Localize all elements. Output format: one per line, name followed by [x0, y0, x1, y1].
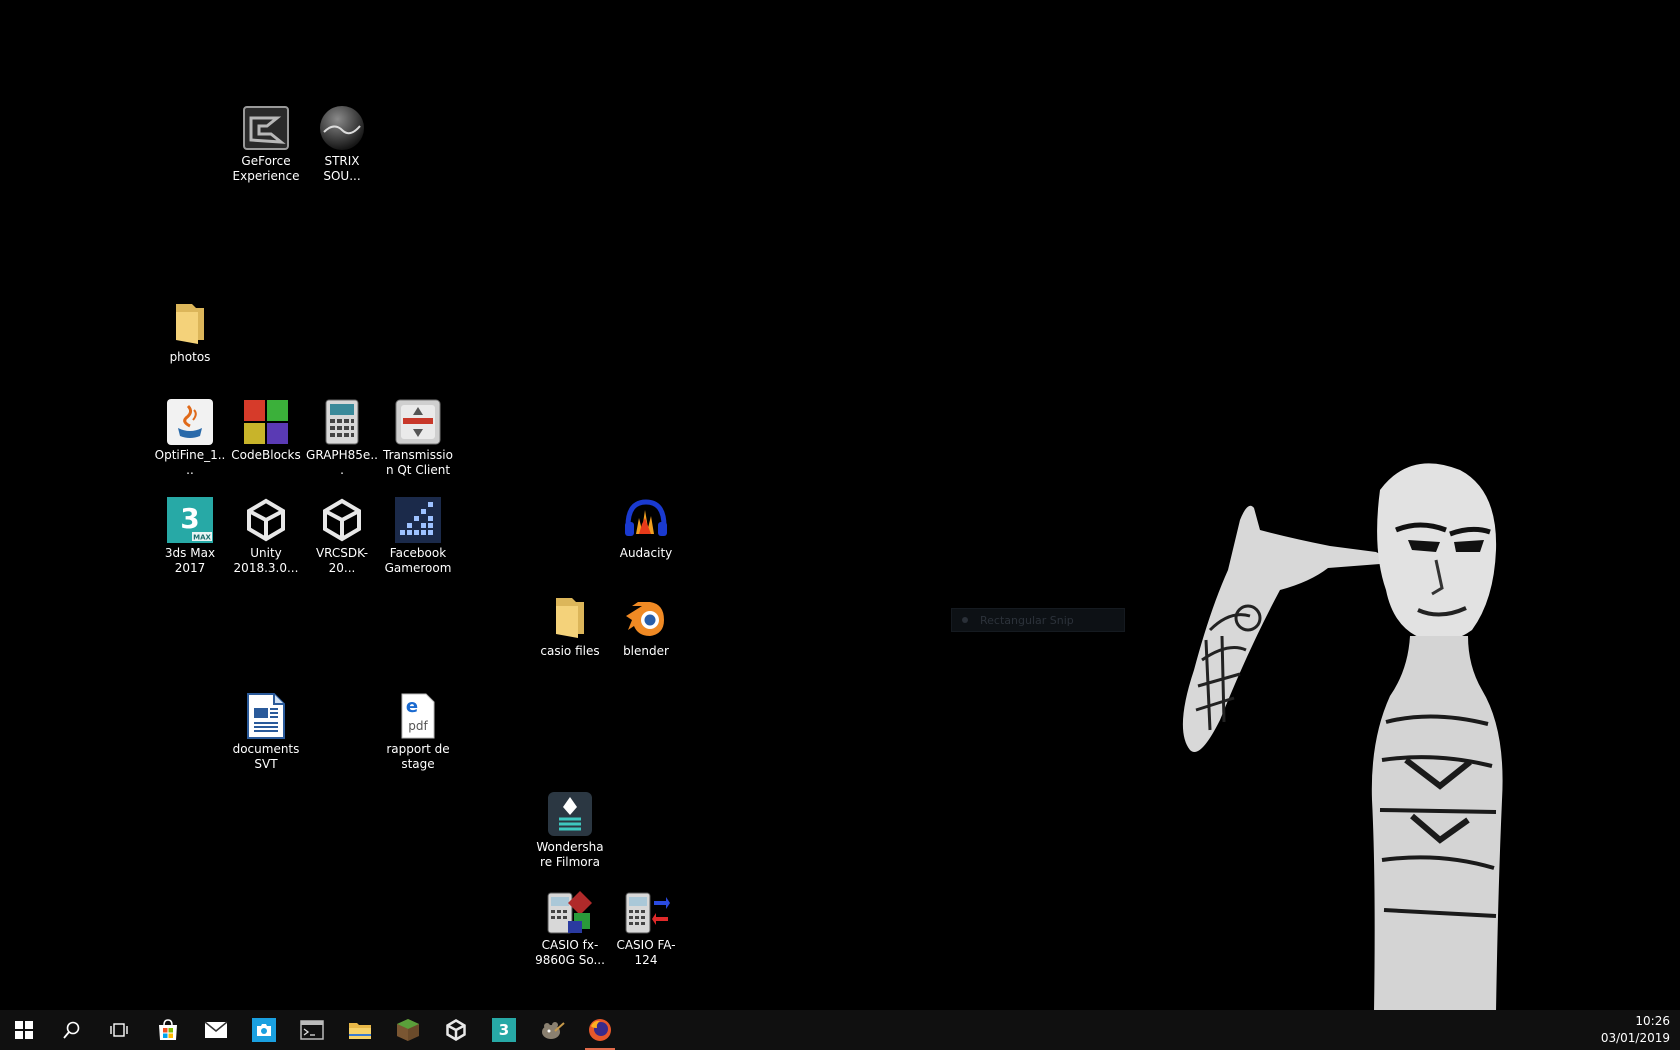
- taskbar-mail[interactable]: [192, 1010, 240, 1050]
- casio-fx-icon: [546, 888, 594, 936]
- desktop-icon-unity[interactable]: Unity 2018.3.0...: [228, 496, 304, 576]
- svg-text:3: 3: [499, 1021, 509, 1039]
- search-button[interactable]: [48, 1010, 96, 1050]
- desktop-icon-facebook-gameroom[interactable]: Facebook Gameroom: [380, 496, 456, 576]
- mail-icon: [204, 1021, 228, 1038]
- task-view-button[interactable]: [96, 1010, 144, 1050]
- taskbar-file-explorer[interactable]: [336, 1010, 384, 1050]
- taskbar-terminal[interactable]: [288, 1010, 336, 1050]
- system-clock[interactable]: 10:26 03/01/2019: [1590, 1013, 1670, 1047]
- unity-icon: [242, 496, 290, 544]
- icon-label: CASIO fx-9860G So...: [535, 938, 605, 967]
- gimp-icon: [542, 1022, 565, 1039]
- icon-label: CASIO FA-124: [616, 938, 676, 967]
- blender-icon: [622, 594, 670, 642]
- desktop-icon-transmission[interactable]: Transmission Qt Client: [380, 398, 456, 478]
- search-icon: [63, 1021, 80, 1039]
- writer-document-icon: [242, 692, 290, 740]
- taskbar-minecraft[interactable]: [384, 1010, 432, 1050]
- icon-label: OptiFine_1....: [154, 448, 226, 477]
- desktop-icon-optifine[interactable]: OptiFine_1....: [152, 398, 228, 478]
- svg-text:MAX: MAX: [193, 534, 211, 542]
- icon-label: Wondershare Filmora: [536, 840, 604, 869]
- store-icon: [159, 1019, 177, 1040]
- desktop-icon-casio-fa-124[interactable]: CASIO FA-124: [608, 888, 684, 968]
- start-button[interactable]: [0, 1010, 48, 1050]
- desktop-icon-rapport-de-stage[interactable]: e pdf rapport de stage: [380, 692, 456, 772]
- folder-icon: [166, 300, 214, 348]
- windows-start-icon: [15, 1021, 33, 1039]
- taskbar-gimp[interactable]: [528, 1010, 576, 1050]
- icon-label: rapport de stage: [386, 742, 450, 771]
- taskbar-camera[interactable]: [240, 1010, 288, 1050]
- unity-icon: [446, 1019, 466, 1041]
- snip-label: Rectangular Snip: [980, 613, 1074, 627]
- desktop-icon-audacity[interactable]: Audacity: [608, 496, 684, 561]
- minecraft-icon: [397, 1019, 419, 1041]
- transmission-icon: [394, 398, 442, 446]
- audacity-icon: [622, 496, 670, 544]
- icon-label: Transmission Qt Client: [383, 448, 453, 477]
- icon-label: casio files: [540, 644, 600, 658]
- unity-package-icon: [318, 496, 366, 544]
- wallpaper-figure: [1150, 460, 1590, 1010]
- icon-label: photos: [169, 350, 211, 364]
- icon-label: Audacity: [619, 546, 673, 560]
- clock-date: 03/01/2019: [1600, 1031, 1670, 1045]
- svg-text:pdf: pdf: [408, 719, 428, 733]
- casio-fa-icon: [622, 888, 670, 936]
- codeblocks-icon: [242, 398, 290, 446]
- taskbar: 3: [0, 1010, 1680, 1050]
- terminal-icon: [300, 1020, 324, 1040]
- firefox-icon: [589, 1019, 611, 1041]
- desktop[interactable]: GeForce Experience STRIX SOU... photos O…: [0, 0, 1680, 1010]
- filmora-icon: [546, 790, 594, 838]
- 3ds-max-icon: 3: [492, 1018, 516, 1042]
- desktop-icon-strix-sound[interactable]: STRIX SOU...: [304, 104, 380, 184]
- icon-label: blender: [623, 644, 669, 658]
- taskbar-3ds-max[interactable]: 3: [480, 1010, 528, 1050]
- icon-label: STRIX SOU...: [323, 154, 361, 183]
- java-icon: [166, 398, 214, 446]
- edge-pdf-icon: e pdf: [394, 692, 442, 740]
- rectangular-snip-ghost: Rectangular Snip: [951, 608, 1125, 632]
- clock-time: 10:26: [1635, 1014, 1670, 1028]
- desktop-icon-casio-fx-9860g[interactable]: CASIO fx-9860G So...: [532, 888, 608, 968]
- icon-label: Unity 2018.3.0...: [233, 546, 299, 575]
- icon-label: GeForce Experience: [232, 154, 300, 183]
- desktop-icon-codeblocks[interactable]: CodeBlocks: [228, 398, 304, 463]
- strix-sound-icon: [318, 104, 366, 152]
- icon-label: VRCSDK-20...: [315, 546, 369, 575]
- desktop-icon-3ds-max[interactable]: 3 MAX 3ds Max 2017: [152, 496, 228, 576]
- desktop-icon-vrcsdk[interactable]: VRCSDK-20...: [304, 496, 380, 576]
- desktop-icon-casio-files[interactable]: casio files: [532, 594, 608, 659]
- desktop-icon-documents-svt[interactable]: documents SVT: [228, 692, 304, 772]
- folder-icon: [546, 594, 594, 642]
- desktop-icon-wondershare-filmora[interactable]: Wondershare Filmora: [532, 790, 608, 870]
- icon-label: documents SVT: [232, 742, 300, 771]
- desktop-icon-geforce-experience[interactable]: GeForce Experience: [228, 104, 304, 184]
- taskbar-store[interactable]: [144, 1010, 192, 1050]
- svg-text:3: 3: [180, 502, 199, 535]
- icon-label: GRAPH85e...: [306, 448, 378, 477]
- svg-text:e: e: [406, 696, 418, 717]
- desktop-icon-blender[interactable]: blender: [608, 594, 684, 659]
- taskbar-unity[interactable]: [432, 1010, 480, 1050]
- snip-icon: [962, 617, 968, 623]
- 3ds-max-icon: 3 MAX: [166, 496, 214, 544]
- icon-label: CodeBlocks: [231, 448, 301, 462]
- calculator-icon: [318, 398, 366, 446]
- facebook-gameroom-icon: [394, 496, 442, 544]
- icon-label: Facebook Gameroom: [384, 546, 452, 575]
- geforce-experience-icon: [242, 104, 290, 152]
- camera-icon: [252, 1018, 276, 1042]
- desktop-icon-graph85e[interactable]: GRAPH85e...: [304, 398, 380, 478]
- icon-label: 3ds Max 2017: [164, 546, 216, 575]
- file-explorer-icon: [349, 1023, 371, 1039]
- task-view-icon: [110, 1023, 128, 1037]
- taskbar-firefox[interactable]: [576, 1010, 624, 1050]
- desktop-icon-photos[interactable]: photos: [152, 300, 228, 365]
